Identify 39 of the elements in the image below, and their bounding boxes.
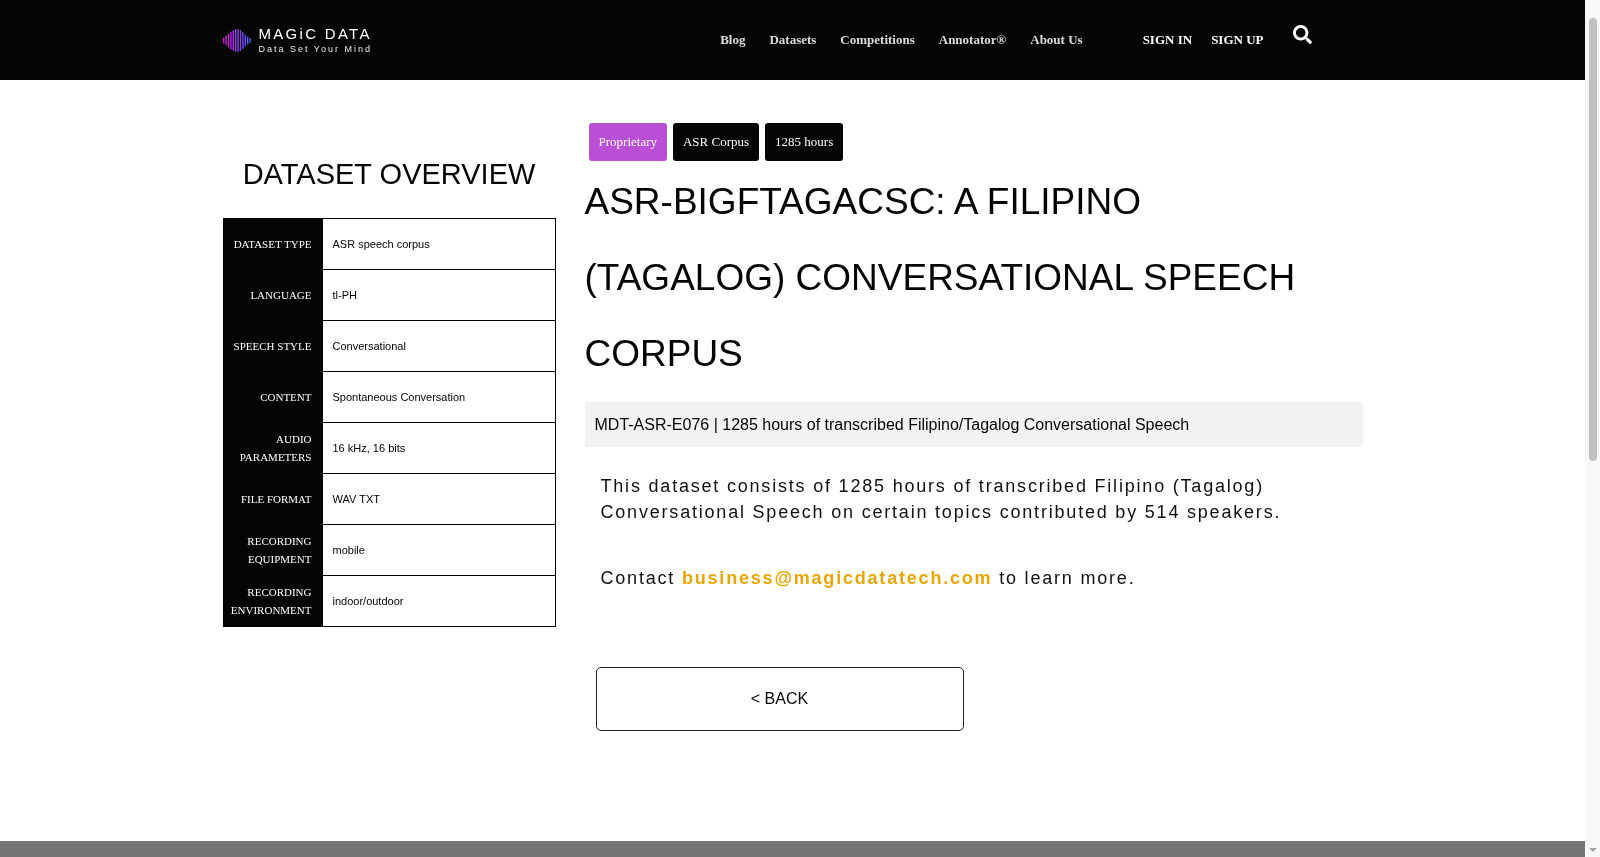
table-cell: ASR speech corpus <box>322 218 555 270</box>
nav-link[interactable]: Datasets <box>769 30 817 50</box>
dataset-tag: ASR Corpus <box>673 123 760 161</box>
table-cell: indoor/outdoor <box>322 575 555 627</box>
scrollbar-thumb[interactable] <box>1588 18 1597 461</box>
nav-link[interactable]: About Us <box>1030 30 1083 50</box>
table-cell: WAV TXT <box>322 473 555 525</box>
table-cell: tl-PH <box>322 269 555 321</box>
table-cell: 16 kHz, 16 bits <box>322 422 555 474</box>
back-button[interactable]: < BACK <box>595 667 964 731</box>
sign-in-link[interactable]: SIGN IN <box>1142 30 1193 50</box>
scrollbar[interactable] <box>1585 0 1600 857</box>
sign-up-link[interactable]: SIGN UP <box>1211 30 1264 50</box>
logo-icon <box>222 27 252 53</box>
table-header-cell: DATASET TYPE <box>223 218 322 270</box>
scroll-down-arrow-icon[interactable] <box>1588 848 1597 852</box>
table-header-cell: RECORDING ENVIRONMENT <box>223 575 322 627</box>
description-text: This dataset consists of 1285 hours of transcribed Filipino (Tagalog) Conversational Speech on certain topics contributed by 514 speakers. <box>599 475 1283 524</box>
table-cell: Conversational <box>322 320 555 372</box>
nav-link[interactable]: Blog <box>720 30 746 50</box>
table-header-cell: RECORDING EQUIPMENT <box>223 524 322 576</box>
dataset-tag: 1285 hours <box>765 123 844 161</box>
dataset-title: ASR-BIGFTAGACSC: A FILIPINO (TAGALOG) CONVERSATIONAL SPEECH CORPUS <box>584 180 1297 376</box>
contact-text: Contact business@magicdatatech.com to learn more. <box>599 567 1137 590</box>
table-cell: Spontaneous Conversation <box>322 371 555 423</box>
overview-heading: DATASET OVERVIEW <box>241 157 537 192</box>
dataset-tag: Proprietary <box>588 123 667 161</box>
search-icon[interactable] <box>1292 25 1312 44</box>
table-header-cell: FILE FORMAT <box>223 473 322 525</box>
nav-link[interactable]: Competitions <box>840 30 915 50</box>
table-header-cell: SPEECH STYLE <box>223 320 322 372</box>
nav-link[interactable]: Annotator® <box>938 30 1007 50</box>
brand-name: MAGiC DATA <box>258 25 373 41</box>
table-header-cell: AUDIO PARAMETERS <box>223 422 322 474</box>
table-cell: mobile <box>322 524 555 576</box>
brand-tagline: Data Set Your Mind <box>258 43 373 55</box>
dataset-summary: MDT-ASR-E076 | 1285 hours of transcribed Filipino/Tagalog Conversational Speech <box>584 402 1363 447</box>
table-header-cell: CONTENT <box>223 371 322 423</box>
table-header-cell: LANGUAGE <box>223 269 322 321</box>
